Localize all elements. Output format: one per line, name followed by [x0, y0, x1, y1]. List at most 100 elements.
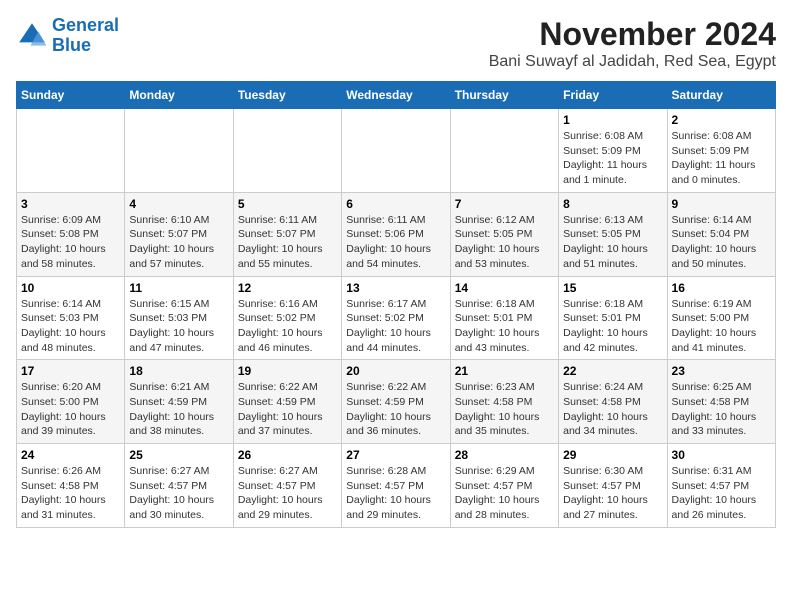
weekday-header-tuesday: Tuesday: [233, 82, 341, 109]
day-info: Sunrise: 6:17 AM Sunset: 5:02 PM Dayligh…: [346, 297, 445, 356]
day-cell: [342, 109, 450, 193]
day-info: Sunrise: 6:25 AM Sunset: 4:58 PM Dayligh…: [672, 380, 771, 439]
day-number: 19: [238, 364, 337, 378]
calendar-subtitle: Bani Suwayf al Jadidah, Red Sea, Egypt: [489, 53, 776, 71]
day-cell: 4Sunrise: 6:10 AM Sunset: 5:07 PM Daylig…: [125, 192, 233, 276]
day-cell: 22 Sunrise: 6:24 AM Sunset: 4:58 PM Dayli…: [559, 360, 667, 444]
day-info: Sunrise: 6:14 AM Sunset: 5:03 PM Dayligh…: [21, 297, 120, 356]
day-info: Sunrise: 6:22 AM Sunset: 4:59 PM Dayligh…: [346, 380, 445, 439]
day-cell: 29 Sunrise: 6:30 AM Sunset: 4:57 PM Dayli…: [559, 444, 667, 528]
day-cell: 25 Sunrise: 6:27 AM Sunset: 4:57 PM Dayli…: [125, 444, 233, 528]
day-info: Sunrise: 6:26 AM Sunset: 4:58 PM Dayligh…: [21, 464, 120, 523]
logo-line1: General: [52, 15, 119, 35]
weekday-header-row: SundayMondayTuesdayWednesdayThursdayFrid…: [17, 82, 776, 109]
day-number: 25: [129, 448, 228, 462]
day-cell: 9 Sunrise: 6:14 AM Sunset: 5:04 PM Daylig…: [667, 192, 775, 276]
day-number: 28: [455, 448, 554, 462]
day-info: Sunrise: 6:20 AM Sunset: 5:00 PM Dayligh…: [21, 380, 120, 439]
day-cell: 17 Sunrise: 6:20 AM Sunset: 5:00 PM Dayli…: [17, 360, 125, 444]
day-info: Sunrise: 6:18 AM Sunset: 5:01 PM Dayligh…: [455, 297, 554, 356]
day-info: Sunrise: 6:08 AM Sunset: 5:09 PM Dayligh…: [563, 129, 662, 188]
day-number: 4: [129, 197, 228, 211]
day-info: Sunrise: 6:23 AM Sunset: 4:58 PM Dayligh…: [455, 380, 554, 439]
day-number: 17: [21, 364, 120, 378]
day-info: Sunrise: 6:08 AM Sunset: 5:09 PM Dayligh…: [672, 129, 771, 188]
day-number: 30: [672, 448, 771, 462]
weekday-header-friday: Friday: [559, 82, 667, 109]
day-cell: 13Sunrise: 6:17 AM Sunset: 5:02 PM Dayli…: [342, 276, 450, 360]
calendar-body: 1 Sunrise: 6:08 AM Sunset: 5:09 PM Daylig…: [17, 109, 776, 528]
day-cell: 15 Sunrise: 6:18 AM Sunset: 5:01 PM Dayli…: [559, 276, 667, 360]
day-cell: 10Sunrise: 6:14 AM Sunset: 5:03 PM Dayli…: [17, 276, 125, 360]
day-number: 22: [563, 364, 662, 378]
day-number: 7: [455, 197, 554, 211]
day-cell: 28Sunrise: 6:29 AM Sunset: 4:57 PM Dayli…: [450, 444, 558, 528]
calendar-header: SundayMondayTuesdayWednesdayThursdayFrid…: [17, 82, 776, 109]
day-number: 29: [563, 448, 662, 462]
day-number: 6: [346, 197, 445, 211]
day-info: Sunrise: 6:28 AM Sunset: 4:57 PM Dayligh…: [346, 464, 445, 523]
day-number: 8: [563, 197, 662, 211]
day-number: 18: [129, 364, 228, 378]
day-cell: [233, 109, 341, 193]
day-number: 26: [238, 448, 337, 462]
page-header: General Blue November 2024 Bani Suwayf a…: [16, 16, 776, 71]
calendar-table: SundayMondayTuesdayWednesdayThursdayFrid…: [16, 81, 776, 528]
logo-icon: [16, 20, 48, 52]
day-info: Sunrise: 6:24 AM Sunset: 4:58 PM Dayligh…: [563, 380, 662, 439]
day-info: Sunrise: 6:18 AM Sunset: 5:01 PM Dayligh…: [563, 297, 662, 356]
day-number: 27: [346, 448, 445, 462]
day-info: Sunrise: 6:13 AM Sunset: 5:05 PM Dayligh…: [563, 213, 662, 272]
day-cell: 7 Sunrise: 6:12 AM Sunset: 5:05 PM Daylig…: [450, 192, 558, 276]
day-info: Sunrise: 6:11 AM Sunset: 5:06 PM Dayligh…: [346, 213, 445, 272]
day-number: 14: [455, 281, 554, 295]
day-number: 5: [238, 197, 337, 211]
day-cell: 6 Sunrise: 6:11 AM Sunset: 5:06 PM Daylig…: [342, 192, 450, 276]
weekday-header-thursday: Thursday: [450, 82, 558, 109]
day-number: 9: [672, 197, 771, 211]
day-info: Sunrise: 6:27 AM Sunset: 4:57 PM Dayligh…: [129, 464, 228, 523]
day-cell: [125, 109, 233, 193]
day-cell: 16Sunrise: 6:19 AM Sunset: 5:00 PM Dayli…: [667, 276, 775, 360]
day-info: Sunrise: 6:30 AM Sunset: 4:57 PM Dayligh…: [563, 464, 662, 523]
logo-text: General Blue: [52, 16, 119, 56]
day-info: Sunrise: 6:15 AM Sunset: 5:03 PM Dayligh…: [129, 297, 228, 356]
day-number: 15: [563, 281, 662, 295]
day-number: 11: [129, 281, 228, 295]
day-cell: 19 Sunrise: 6:22 AM Sunset: 4:59 PM Dayli…: [233, 360, 341, 444]
week-row-2: 3 Sunrise: 6:09 AM Sunset: 5:08 PM Daylig…: [17, 192, 776, 276]
week-row-3: 10Sunrise: 6:14 AM Sunset: 5:03 PM Dayli…: [17, 276, 776, 360]
day-info: Sunrise: 6:19 AM Sunset: 5:00 PM Dayligh…: [672, 297, 771, 356]
day-info: Sunrise: 6:31 AM Sunset: 4:57 PM Dayligh…: [672, 464, 771, 523]
day-cell: 11 Sunrise: 6:15 AM Sunset: 5:03 PM Dayli…: [125, 276, 233, 360]
day-cell: 20Sunrise: 6:22 AM Sunset: 4:59 PM Dayli…: [342, 360, 450, 444]
day-info: Sunrise: 6:16 AM Sunset: 5:02 PM Dayligh…: [238, 297, 337, 356]
day-cell: [450, 109, 558, 193]
day-number: 2: [672, 113, 771, 127]
day-info: Sunrise: 6:22 AM Sunset: 4:59 PM Dayligh…: [238, 380, 337, 439]
day-info: Sunrise: 6:14 AM Sunset: 5:04 PM Dayligh…: [672, 213, 771, 272]
day-cell: 21Sunrise: 6:23 AM Sunset: 4:58 PM Dayli…: [450, 360, 558, 444]
day-cell: 24Sunrise: 6:26 AM Sunset: 4:58 PM Dayli…: [17, 444, 125, 528]
day-cell: 23 Sunrise: 6:25 AM Sunset: 4:58 PM Dayli…: [667, 360, 775, 444]
weekday-header-wednesday: Wednesday: [342, 82, 450, 109]
day-info: Sunrise: 6:12 AM Sunset: 5:05 PM Dayligh…: [455, 213, 554, 272]
day-cell: 2 Sunrise: 6:08 AM Sunset: 5:09 PM Daylig…: [667, 109, 775, 193]
weekday-header-sunday: Sunday: [17, 82, 125, 109]
day-cell: 8 Sunrise: 6:13 AM Sunset: 5:05 PM Daylig…: [559, 192, 667, 276]
day-number: 3: [21, 197, 120, 211]
day-cell: [17, 109, 125, 193]
day-cell: 18 Sunrise: 6:21 AM Sunset: 4:59 PM Dayli…: [125, 360, 233, 444]
week-row-1: 1 Sunrise: 6:08 AM Sunset: 5:09 PM Daylig…: [17, 109, 776, 193]
logo-line2: Blue: [52, 35, 91, 55]
day-cell: 5 Sunrise: 6:11 AM Sunset: 5:07 PM Daylig…: [233, 192, 341, 276]
day-number: 23: [672, 364, 771, 378]
day-info: Sunrise: 6:09 AM Sunset: 5:08 PM Dayligh…: [21, 213, 120, 272]
day-info: Sunrise: 6:21 AM Sunset: 4:59 PM Dayligh…: [129, 380, 228, 439]
day-number: 12: [238, 281, 337, 295]
calendar-title: November 2024: [489, 16, 776, 53]
day-number: 1: [563, 113, 662, 127]
day-cell: 27 Sunrise: 6:28 AM Sunset: 4:57 PM Dayli…: [342, 444, 450, 528]
day-info: Sunrise: 6:11 AM Sunset: 5:07 PM Dayligh…: [238, 213, 337, 272]
weekday-header-saturday: Saturday: [667, 82, 775, 109]
